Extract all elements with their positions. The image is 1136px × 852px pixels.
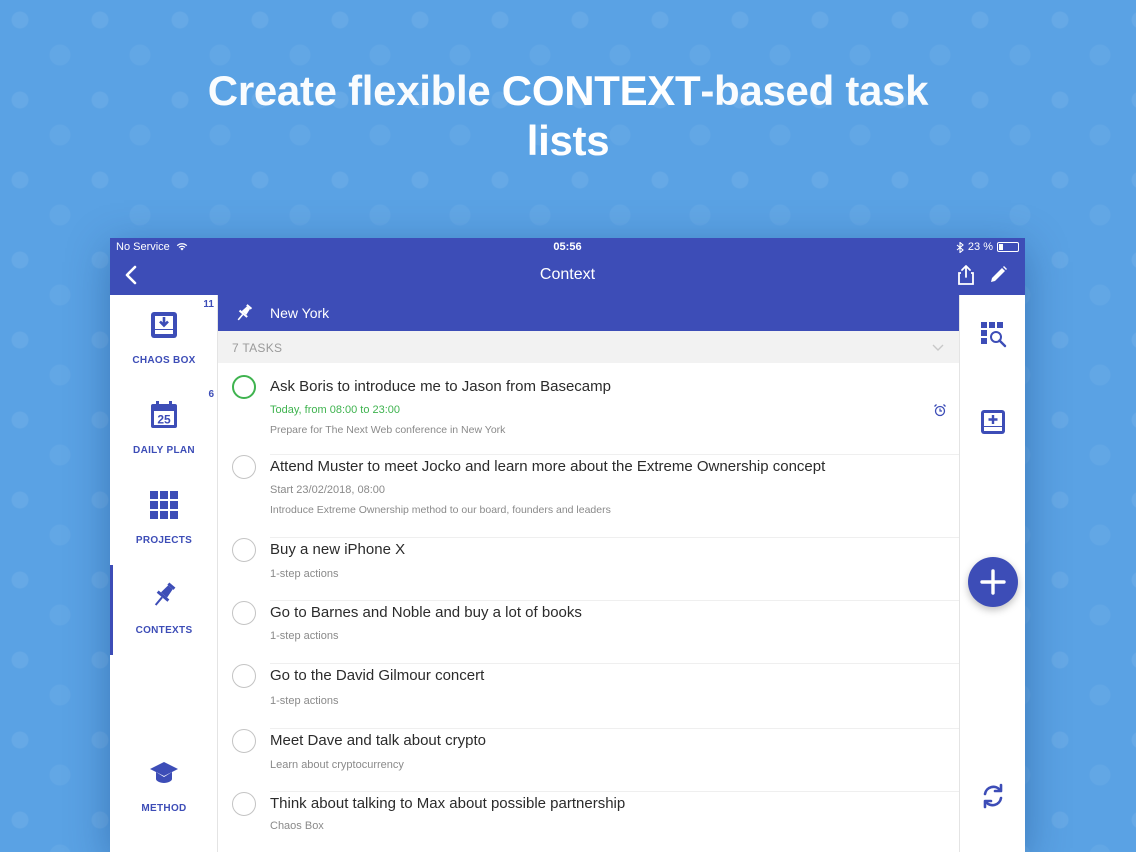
chevron-down-icon[interactable] — [931, 340, 945, 354]
battery-status: 23 % — [956, 241, 1019, 253]
task-title: Go to the David Gilmour concert — [270, 667, 485, 684]
task-checkbox[interactable] — [232, 538, 256, 562]
sidebar: 11 CHAOS BOX 6 25 DAILY PLAN PROJECTS CO… — [110, 295, 218, 852]
grid-icon — [150, 491, 178, 519]
sidebar-item-label: DAILY PLAN — [133, 445, 195, 456]
pin-icon — [237, 304, 253, 321]
sidebar-item-projects[interactable]: PROJECTS — [110, 475, 218, 565]
task-count-bar[interactable]: 7 TASKS — [218, 331, 959, 363]
sidebar-item-daily-plan[interactable]: 6 25 DAILY PLAN — [110, 385, 218, 475]
edit-pencil-icon[interactable] — [987, 264, 1009, 286]
task-checkbox[interactable] — [232, 792, 256, 816]
ipad-screen: No Service 05:56 23 % Context 11 CHAOS B… — [110, 238, 1025, 852]
svg-text:25: 25 — [157, 413, 171, 427]
task-checkbox[interactable] — [232, 601, 256, 625]
context-name: New York — [270, 305, 330, 321]
inbox-icon — [151, 312, 177, 338]
task-item[interactable]: Think about talking to Max about possibl… — [218, 792, 959, 852]
share-icon[interactable] — [955, 264, 977, 286]
task-title: Go to Barnes and Noble and buy a lot of … — [270, 604, 582, 621]
task-title: Buy a new iPhone X — [270, 541, 406, 558]
bluetooth-icon — [956, 241, 964, 253]
sidebar-item-method[interactable]: METHOD — [110, 743, 218, 833]
task-checkbox[interactable] — [232, 375, 256, 399]
alarm-clock-icon — [934, 404, 946, 417]
task-item[interactable]: Buy a new iPhone X 1-step actions — [218, 538, 959, 601]
plus-icon — [980, 569, 1006, 595]
task-project: 1-step actions — [270, 695, 339, 707]
task-project: 1-step actions — [270, 630, 339, 642]
context-header: New York — [218, 295, 959, 331]
search-grid-icon[interactable] — [978, 319, 1008, 349]
graduation-cap-icon — [150, 762, 178, 783]
task-project: 1-step actions — [270, 568, 339, 580]
task-schedule: Start 23/02/2018, 08:00 — [270, 484, 385, 496]
right-toolbar — [959, 295, 1025, 852]
battery-icon — [997, 242, 1019, 252]
page-title: Context — [539, 266, 596, 283]
clock: 05:56 — [553, 241, 582, 253]
daily-plan-count-badge: 6 — [208, 389, 214, 400]
task-project: Introduce Extreme Ownership method to ou… — [270, 504, 611, 516]
task-item[interactable]: Go to the David Gilmour concert 1-step a… — [218, 664, 959, 729]
task-checkbox[interactable] — [232, 455, 256, 479]
task-project: Chaos Box — [270, 820, 324, 832]
sidebar-item-label: METHOD — [141, 803, 187, 814]
task-checkbox[interactable] — [232, 664, 256, 688]
calendar-icon: 25 — [151, 401, 177, 428]
task-title: Ask Boris to introduce me to Jason from … — [270, 378, 611, 395]
task-item[interactable]: Meet Dave and talk about crypto Learn ab… — [218, 729, 959, 792]
task-item[interactable]: Go to Barnes and Noble and buy a lot of … — [218, 601, 959, 664]
status-bar: No Service 05:56 23 % — [110, 238, 1025, 256]
headline-line-2: lists — [526, 117, 610, 164]
task-list-panel: New York 7 TASKS Ask Boris to introduce … — [218, 295, 959, 852]
sidebar-item-label: PROJECTS — [135, 535, 193, 546]
add-to-inbox-icon[interactable] — [978, 407, 1008, 437]
sidebar-item-label: CHAOS BOX — [132, 355, 196, 366]
headline-line-1: Create flexible CONTEXT-based task — [207, 67, 929, 114]
sidebar-item-label: CONTEXTS — [135, 625, 193, 636]
task-count: 7 TASKS — [232, 341, 283, 355]
task-item[interactable]: Ask Boris to introduce me to Jason from … — [218, 375, 959, 455]
task-title: Meet Dave and talk about crypto — [270, 732, 486, 749]
pin-icon — [154, 582, 176, 606]
sync-icon[interactable] — [978, 781, 1008, 811]
sidebar-item-chaos-box[interactable]: 11 CHAOS BOX — [110, 295, 218, 385]
task-item[interactable]: Attend Muster to meet Jocko and learn mo… — [218, 455, 959, 538]
task-project: Learn about cryptocurrency — [270, 759, 404, 771]
promo-headline: Create flexible CONTEXT-based task lists — [0, 66, 1136, 166]
task-title: Attend Muster to meet Jocko and learn mo… — [270, 458, 826, 475]
task-title: Think about talking to Max about possibl… — [270, 795, 626, 812]
task-schedule: Today, from 08:00 to 23:00 — [270, 404, 401, 416]
chaos-box-count-badge: 11 — [203, 299, 214, 310]
nav-bar: Context — [110, 256, 1025, 295]
sidebar-item-contexts[interactable]: CONTEXTS — [110, 565, 218, 655]
task-checkbox[interactable] — [232, 729, 256, 753]
add-task-button[interactable] — [968, 557, 1018, 607]
task-project: Prepare for The Next Web conference in N… — [270, 424, 506, 436]
